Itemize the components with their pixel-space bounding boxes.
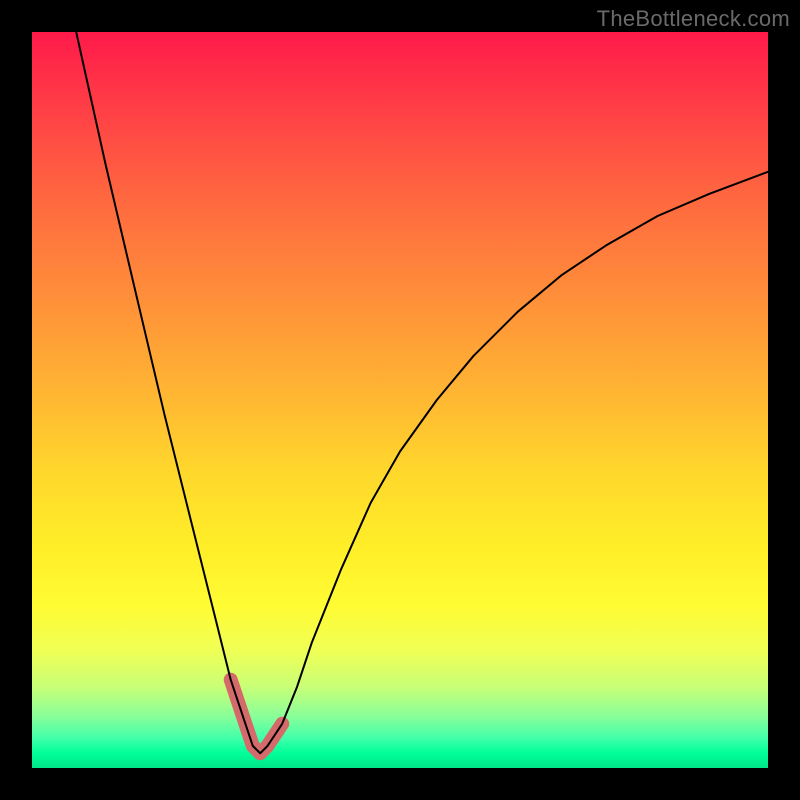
watermark-text: TheBottleneck.com	[597, 6, 790, 32]
chart-svg	[32, 32, 768, 768]
minimum-highlight-path	[231, 680, 283, 754]
bottleneck-curve-path	[76, 32, 768, 753]
chart-plot-area	[32, 32, 768, 768]
